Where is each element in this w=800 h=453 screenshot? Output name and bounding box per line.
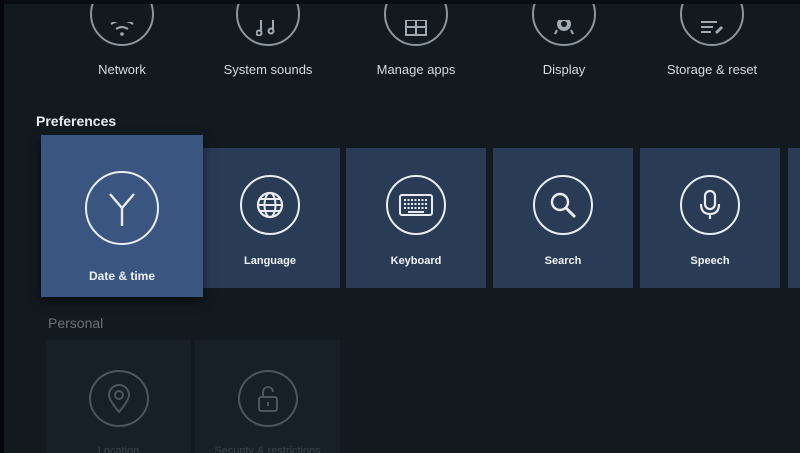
wifi-icon <box>90 4 154 46</box>
music-note-icon <box>236 4 300 46</box>
tile-label: Language <box>244 255 296 267</box>
section-title-preferences: Preferences <box>36 113 117 129</box>
tile-label: Speech <box>690 255 730 267</box>
tile-partial[interactable] <box>788 148 800 288</box>
tile-label: Search <box>544 255 582 267</box>
device-item-manage-apps[interactable]: Manage apps <box>346 4 486 100</box>
tile-label: Location <box>97 445 140 453</box>
tile-location[interactable]: Location <box>46 340 191 453</box>
device-item-label: Manage apps <box>376 62 456 77</box>
tile-search[interactable]: Search <box>493 148 633 288</box>
tile-label: Keyboard <box>390 255 442 267</box>
device-item-label: Storage & reset <box>666 62 758 77</box>
device-row: Network System sounds Manage apps Displa… <box>4 4 800 100</box>
device-item-label: Display <box>542 62 586 77</box>
globe-icon <box>240 175 300 235</box>
tile-keyboard[interactable]: Keyboard <box>346 148 486 288</box>
settings-screen: Network System sounds Manage apps Displa… <box>4 4 800 453</box>
apps-grid-icon <box>384 4 448 46</box>
lock-icon <box>237 370 298 427</box>
tile-speech[interactable]: Speech <box>640 148 780 288</box>
tile-security-restrictions[interactable]: Security & restrictions <box>195 340 340 453</box>
tile-label: Security & restrictions <box>214 445 321 453</box>
device-item-label: Network <box>98 62 146 77</box>
device-item-display[interactable]: Display <box>494 4 634 100</box>
tile-label: Date & time <box>88 269 156 283</box>
search-icon <box>533 175 593 235</box>
storage-icon <box>680 4 744 46</box>
tile-date-time[interactable]: Date & time <box>41 135 203 297</box>
device-item-label: System sounds <box>223 62 313 77</box>
device-item-system-sounds[interactable]: System sounds <box>198 4 338 100</box>
device-item-network[interactable]: Network <box>52 4 192 100</box>
section-title-personal: Personal <box>48 315 104 331</box>
clock-icon <box>85 171 159 245</box>
device-item-storage-reset[interactable]: Storage & reset <box>642 4 782 100</box>
keyboard-icon <box>386 175 446 235</box>
microphone-icon <box>680 175 740 235</box>
tile-language[interactable]: Language <box>200 148 340 288</box>
display-gear-icon <box>532 4 596 46</box>
location-pin-icon <box>88 370 149 427</box>
